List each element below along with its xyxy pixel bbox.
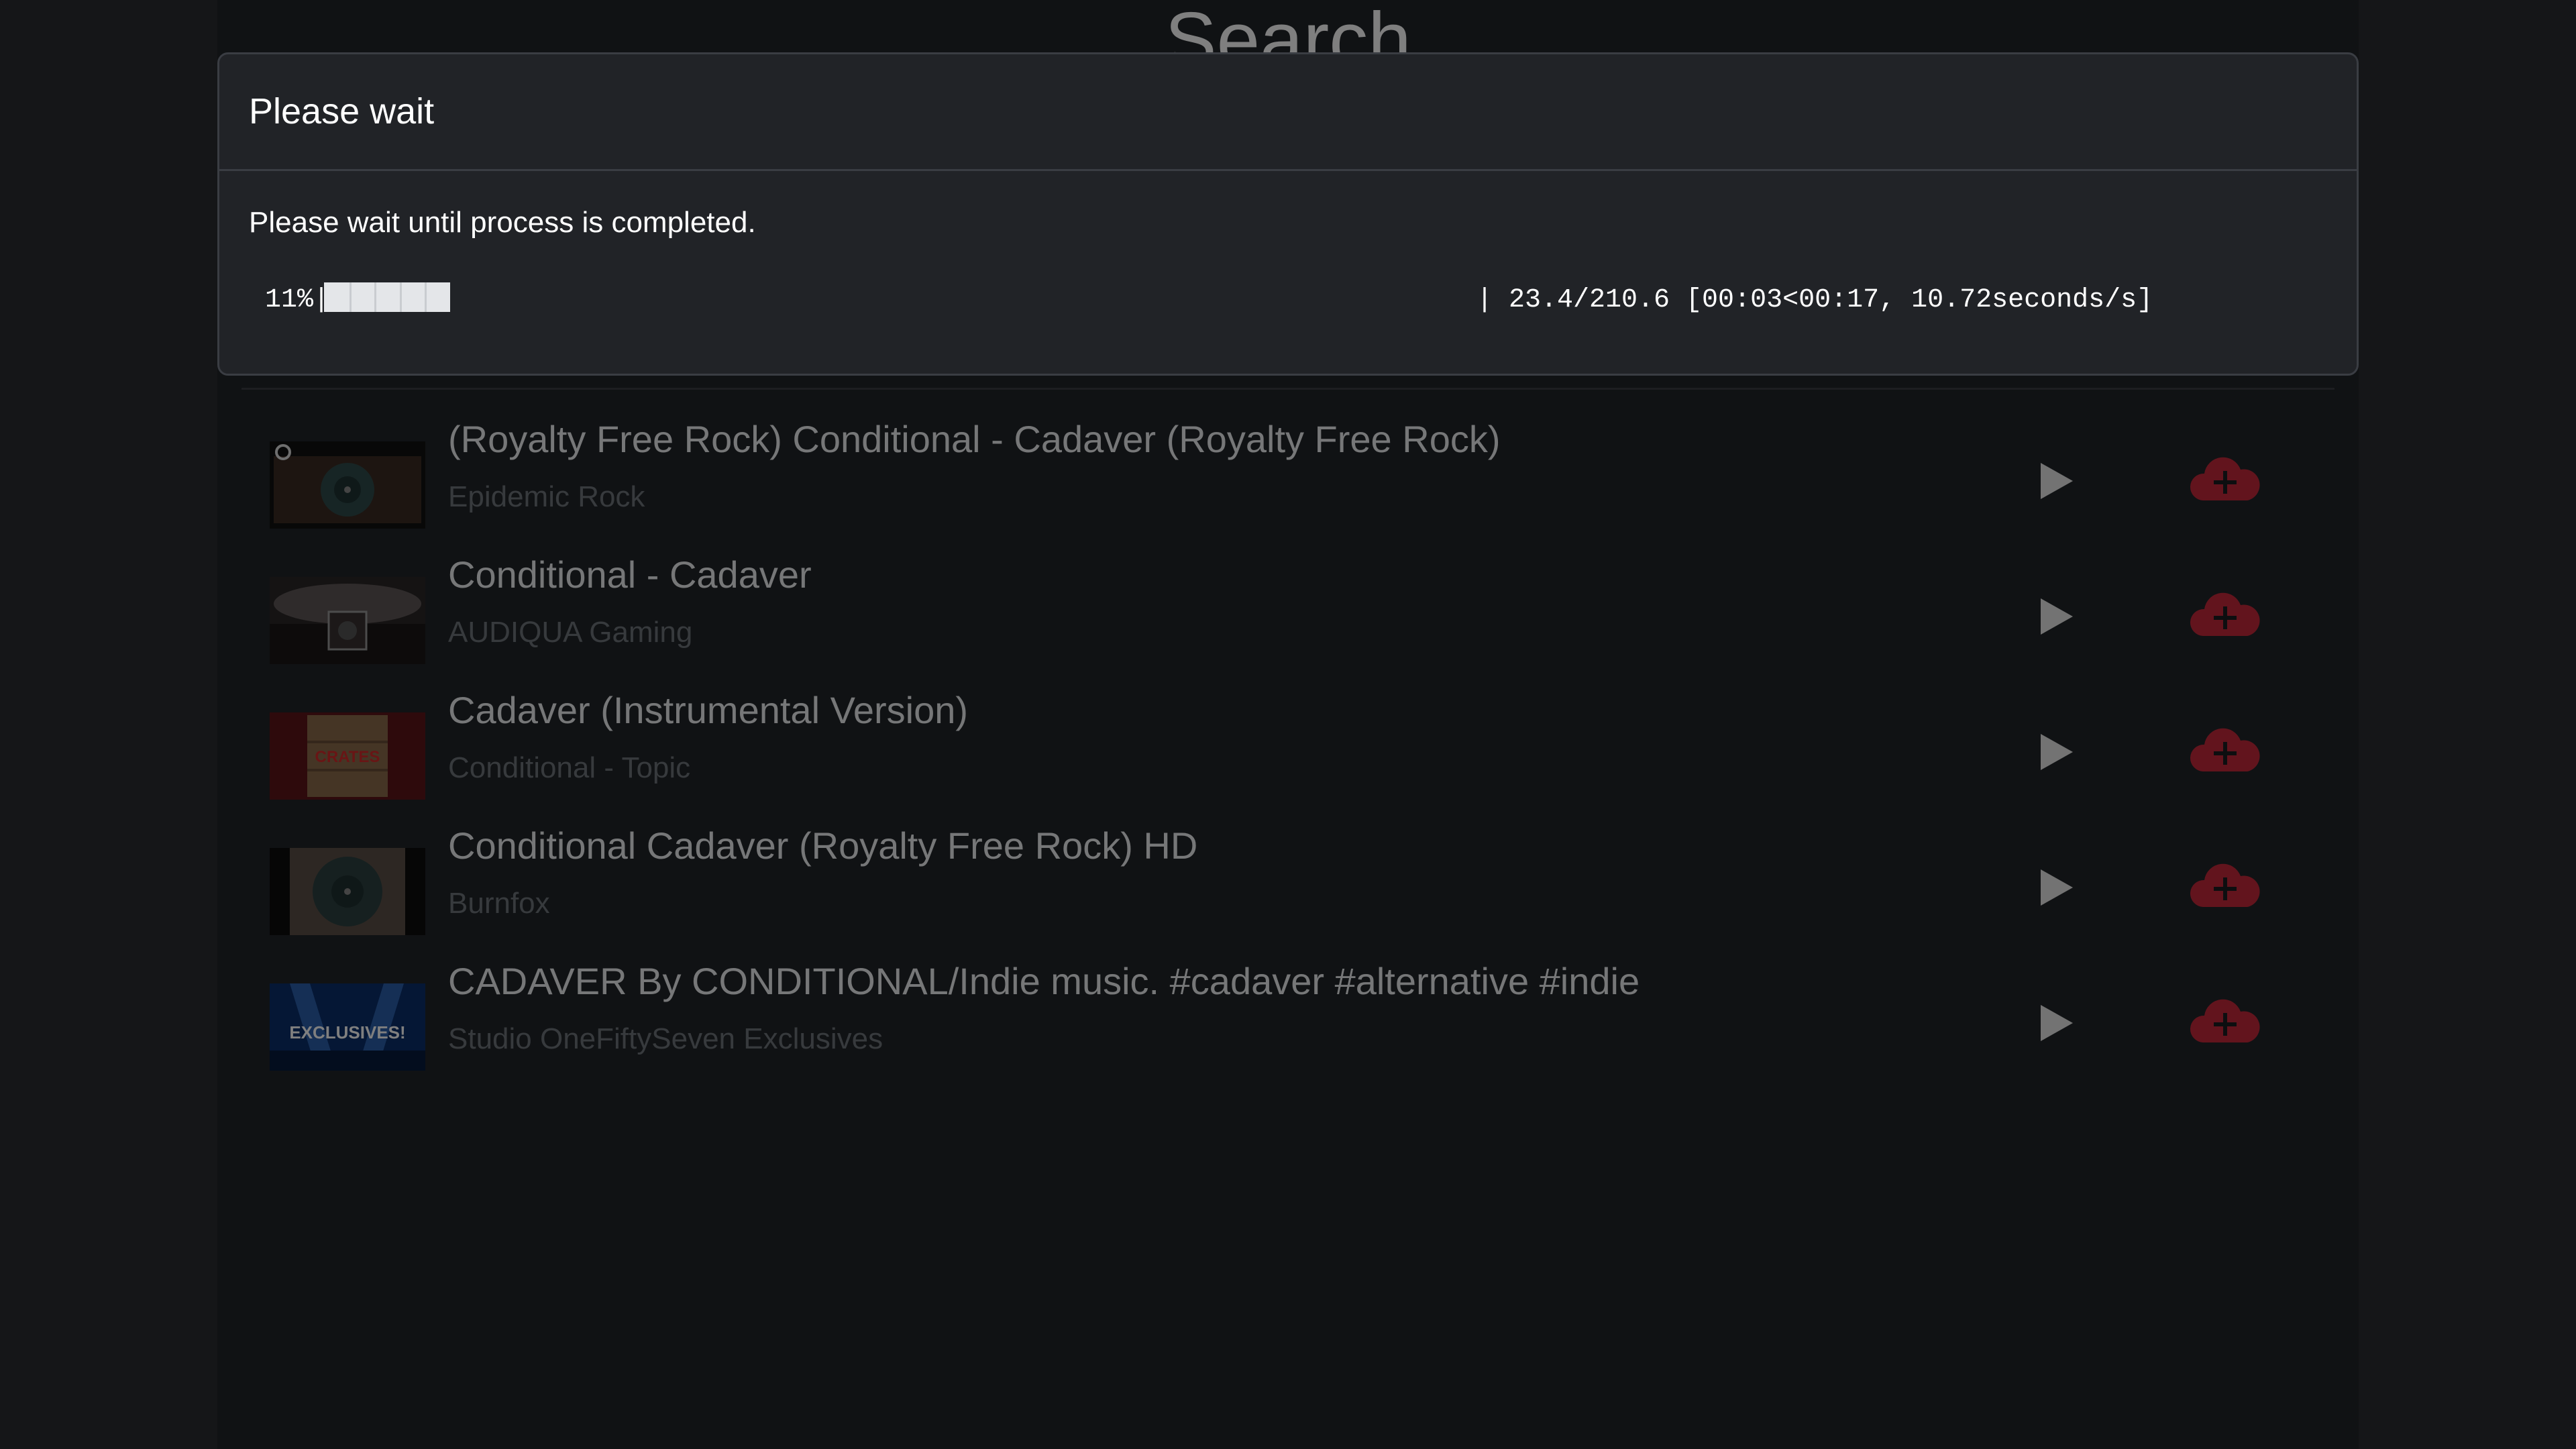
progress-segment-gap <box>400 282 402 312</box>
please-wait-modal: Please wait Please wait until process is… <box>217 52 2359 376</box>
progress-percent: 11%| <box>265 285 330 315</box>
progress-bar <box>324 282 1544 312</box>
modal-message: Please wait until process is completed. <box>249 206 756 239</box>
progress-segment-gap <box>425 282 427 312</box>
modal-header: Please wait <box>219 54 2357 171</box>
progress-segment-gap <box>350 282 352 312</box>
progress-stats: | 23.4/210.6 [00:03<00:17, 10.72seconds/… <box>1477 285 2153 315</box>
modal-title: Please wait <box>249 91 435 131</box>
progress-bar-fill <box>324 282 450 312</box>
progress-line: 11%| | 23.4/210.6 [00:03<00:17, 10.72sec… <box>265 281 2345 321</box>
progress-segment-gap <box>374 282 376 312</box>
